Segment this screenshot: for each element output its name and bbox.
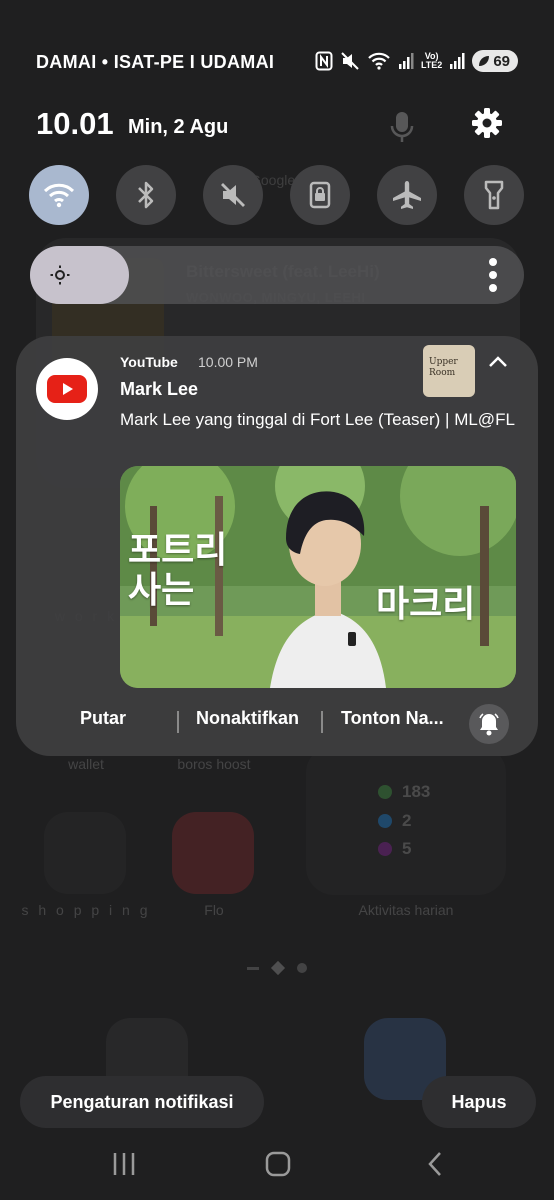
mic-icon <box>390 112 414 142</box>
lte-label: Vo) LTE2 <box>421 52 442 70</box>
screen-lock-toggle[interactable] <box>290 165 350 225</box>
sound-mute-toggle[interactable] <box>203 165 263 225</box>
bg-stat-dot <box>378 785 392 799</box>
notification-title: Mark Lee <box>120 379 199 399</box>
thumbnail-text-left: 포트리 사는 <box>128 529 228 610</box>
bg-folder-label: Flo <box>204 902 224 918</box>
bg-folder-label: Aktivitas harian <box>358 902 454 918</box>
wifi-toggle[interactable] <box>29 165 89 225</box>
action-separator <box>177 711 179 733</box>
action-play-button[interactable]: Putar <box>80 708 126 738</box>
bg-activity-widget <box>306 745 506 895</box>
clock-date: Min, 2 Agu <box>128 116 229 138</box>
bluetooth-toggle[interactable] <box>116 165 176 225</box>
back-icon[interactable] <box>422 1150 450 1178</box>
airplane-toggle[interactable] <box>377 165 437 225</box>
home-icon[interactable] <box>264 1150 292 1178</box>
battery-level: 69 <box>493 52 510 70</box>
nfc-icon <box>315 51 333 71</box>
notification-small-thumbnail: Upper Room <box>423 345 475 397</box>
wifi-icon <box>368 52 390 70</box>
more-options-icon[interactable] <box>488 258 498 292</box>
action-disable-button[interactable]: Nonaktifkan <box>196 708 299 738</box>
status-icons: Vo) LTE2 69 <box>315 50 518 72</box>
leaf-icon <box>479 56 490 66</box>
wifi-icon <box>43 183 75 208</box>
signal-icon <box>398 53 414 69</box>
thumbnail-text-right: 마크리 <box>376 583 476 624</box>
bg-folder-label: s h o p p i n g <box>21 902 151 918</box>
recent-apps-icon[interactable] <box>110 1150 138 1178</box>
bluetooth-icon <box>138 181 154 209</box>
action-watch-later-button[interactable]: Tonton Na... <box>341 708 444 738</box>
bg-stat-dot <box>378 814 392 828</box>
battery-indicator: 69 <box>472 50 518 72</box>
mute-icon <box>221 183 245 207</box>
lte-label-bottom: LTE2 <box>420 60 443 70</box>
notification-time: 10.00 PM <box>198 354 258 370</box>
bg-stat-dot <box>378 842 392 856</box>
chevron-up-icon[interactable] <box>486 352 510 372</box>
settings-gear-icon[interactable] <box>470 106 504 140</box>
youtube-logo-icon <box>47 375 87 403</box>
bg-stat: 5 <box>402 839 412 858</box>
notification-app-name: YouTube <box>120 354 178 370</box>
video-thumbnail[interactable]: 포트리 사는 마크리 <box>120 466 516 688</box>
signal-icon <box>450 53 465 69</box>
bg-folder-label: wallet <box>68 756 104 772</box>
navigation-bar <box>0 1140 554 1200</box>
flashlight-icon <box>484 180 504 210</box>
carrier-text: DAMAI • ISAT-PE I UDAMAI <box>36 52 275 72</box>
airplane-icon <box>393 181 421 209</box>
clear-all-button[interactable]: Hapus <box>422 1076 536 1128</box>
youtube-app-icon <box>36 358 98 420</box>
bg-page-indicator <box>244 960 310 976</box>
notification-bell-button[interactable] <box>469 704 509 744</box>
bg-flo-app <box>172 812 254 894</box>
sun-icon <box>50 265 70 285</box>
bg-folder-label: boros hoost <box>177 756 251 772</box>
bg-folder-shopping <box>44 812 126 894</box>
brightness-fill[interactable] <box>30 246 129 304</box>
action-separator <box>321 711 323 733</box>
bg-stat: 2 <box>402 811 412 830</box>
lock-rotation-icon <box>309 181 331 209</box>
notification-settings-button[interactable]: Pengaturan notifikasi <box>20 1076 264 1128</box>
clock-time: 10.01 <box>36 106 114 141</box>
flashlight-toggle[interactable] <box>464 165 524 225</box>
bell-icon <box>479 713 499 736</box>
status-bar: DAMAI • ISAT-PE I UDAMAI Vo) LTE2 69 <box>0 48 554 78</box>
bg-stat: 183 <box>402 782 431 801</box>
mute-icon <box>341 52 359 70</box>
notification-body: Mark Lee yang tinggal di Fort Lee (Tease… <box>120 410 515 429</box>
